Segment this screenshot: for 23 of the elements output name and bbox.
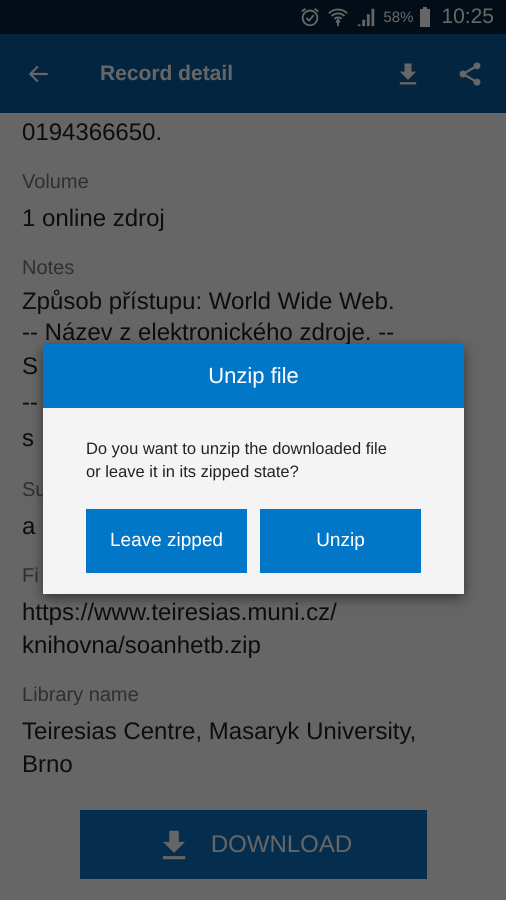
field-value-line: knihovna/soanhetb.zip [22,631,261,661]
dialog-title: Unzip file [43,344,464,408]
field-value-line: Brno [22,750,73,780]
clock-time: 10:25 [441,5,494,29]
dialog-message: Do you want to unzip the downloaded file or leave it in its zipped state? [85,439,388,483]
field-value-line: 1 online zdroj [22,204,165,234]
screen-title: Record detail [100,62,234,86]
dialog-button[interactable]: Leave zipped [86,509,247,573]
battery-icon [419,6,432,28]
field-value-line: Teiresias Centre, Masaryk University, [22,717,416,747]
field-value-line: S [22,352,38,382]
signal-icon [355,6,378,28]
field-value-line: 0194366650. [22,118,162,148]
field-value-line: -- [22,388,38,418]
field-value-line: Způsob přístupu: World Wide Web. [22,288,395,316]
alarm-icon [299,6,322,28]
download-button[interactable]: DOWNLOAD [80,810,427,879]
wifi-icon [327,6,350,28]
dialog-button[interactable]: Unzip [260,509,421,573]
field-value-line: s [22,424,34,454]
field-value-line: https://www.teiresias.muni.cz/ [22,598,337,628]
battery-percent: 58% [383,8,414,26]
field-value-line: a [22,512,36,542]
